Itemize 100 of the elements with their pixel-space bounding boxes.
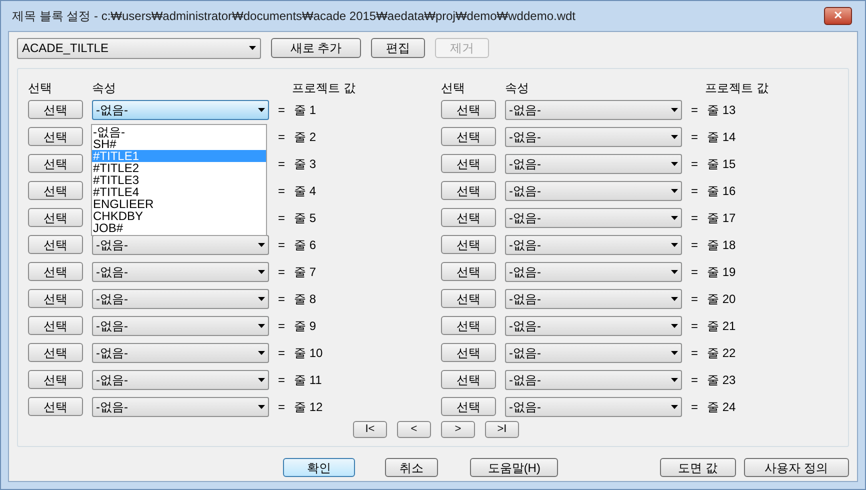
block-dropdown[interactable]: ACADE_TILTLE [17,38,261,58]
page-nav-button[interactable]: < [397,421,431,438]
attribute-dropdown[interactable]: -없음- [505,370,682,390]
select-button[interactable]: 선택 [28,127,83,146]
dropdown-value: -없음- [509,156,541,172]
caret-icon [671,188,678,192]
line-label: 줄 6 [294,236,316,254]
dropdown-option[interactable]: #TITLE2 [92,162,266,174]
column-header: 선택 [441,80,466,96]
select-button[interactable]: 선택 [441,262,496,281]
attribute-dropdown[interactable]: -없음- [505,262,682,282]
select-button[interactable]: 선택 [441,289,496,308]
select-button[interactable]: 선택 [441,208,496,227]
select-button[interactable]: 선택 [441,154,496,173]
select-button[interactable]: 선택 [28,370,83,389]
select-button[interactable]: 선택 [441,100,496,119]
attribute-dropdown[interactable]: -없음- [505,100,682,120]
line-label: 줄 20 [707,290,736,308]
equals-sign: = [278,156,286,172]
line-label: 줄 5 [294,210,316,226]
attribute-dropdown[interactable]: -없음- [92,396,269,416]
equals-sign: = [278,236,286,254]
select-button[interactable]: 선택 [28,397,83,416]
dropdown-option[interactable]: #TITLE4 [92,186,266,198]
line-label: 줄 21 [707,318,736,334]
dropdown-value: -없음- [96,318,128,334]
dialog-button[interactable]: 도움말(H) [470,458,558,476]
select-button[interactable]: 선택 [28,154,83,173]
line-label: 줄 15 [707,156,736,172]
attribute-dropdown[interactable]: -없음- [505,396,682,416]
caret-icon [671,296,678,300]
select-button[interactable]: 선택 [441,127,496,146]
dropdown-value: -없음- [509,128,541,146]
select-button[interactable]: 선택 [441,397,496,416]
line-label: 줄 10 [294,344,323,362]
caret-icon [258,350,265,354]
line-label: 줄 11 [294,372,322,388]
toolbar-button[interactable]: 새로 추가 [271,38,361,58]
page-nav-button[interactable]: I< [353,421,387,438]
dropdown-option[interactable]: CHKDBY [92,210,266,222]
select-button[interactable]: 선택 [28,343,83,362]
dropdown-option[interactable]: SH# [92,138,266,150]
select-button[interactable]: 선택 [441,343,496,362]
select-button[interactable]: 선택 [441,235,496,254]
equals-sign: = [278,372,286,388]
attribute-dropdown[interactable]: -없음- [505,288,682,308]
caret-icon [258,108,265,112]
dialog-button[interactable]: 취소 [384,458,438,476]
dialog-button[interactable]: 사용자 정의 [744,458,849,476]
dialog-button[interactable]: 확인 [283,458,355,476]
equals-sign: = [691,290,700,308]
select-button[interactable]: 선택 [28,316,83,335]
toolbar-button[interactable]: 편집 [371,38,425,58]
attribute-dropdown[interactable]: -없음- [505,154,682,174]
line-label: 줄 2 [294,128,316,146]
attribute-dropdown[interactable]: -없음- [505,208,682,228]
caret-icon [671,108,678,112]
attribute-dropdown[interactable]: -없음- [92,370,269,390]
select-button[interactable]: 선택 [28,100,83,119]
attribute-dropdown[interactable]: -없음- [92,100,269,120]
equals-sign: = [278,290,286,308]
dropdown-value: -없음- [509,398,541,416]
select-button[interactable]: 선택 [441,181,496,200]
equals-sign: = [278,264,286,280]
select-button[interactable]: 선택 [28,262,83,281]
line-label: 줄 18 [707,236,736,254]
equals-sign: = [278,318,286,334]
dropdown-value: -없음- [96,398,128,416]
select-button[interactable]: 선택 [28,235,83,254]
dropdown-value: -없음- [509,182,541,200]
attribute-dropdown[interactable]: -없음- [92,288,269,308]
attribute-dropdown[interactable]: -없음- [92,342,269,362]
select-button[interactable]: 선택 [28,181,83,200]
line-label: 줄 8 [294,290,316,308]
attribute-dropdown[interactable]: -없음- [92,234,269,254]
select-button[interactable]: 선택 [441,316,496,335]
select-button[interactable]: 선택 [441,370,496,389]
attribute-dropdown[interactable]: -없음- [92,262,269,282]
dropdown-option[interactable]: ENGLIEER [92,198,266,210]
line-label: 줄 16 [707,182,736,200]
dropdown-option[interactable]: -없음- [92,126,266,138]
column-header: 선택 [28,80,53,96]
dropdown-option[interactable]: #TITLE3 [92,174,266,186]
caret-icon [258,378,265,382]
page-nav-button[interactable]: >I [485,421,519,438]
attribute-dropdown[interactable]: -없음- [505,126,682,146]
select-button[interactable]: 선택 [28,208,83,227]
attribute-dropdown[interactable]: -없음- [92,316,269,336]
caret-icon [671,134,678,138]
dropdown-option[interactable]: JOB# [92,222,266,234]
dialog-button[interactable]: 도면 값 [660,458,736,476]
dropdown-value: -없음- [509,344,541,362]
attribute-dropdown[interactable]: -없음- [505,342,682,362]
attribute-dropdown[interactable]: -없음- [505,316,682,336]
dropdown-value: -없음- [509,102,541,118]
page-nav-button[interactable]: > [441,421,475,438]
attribute-dropdown[interactable]: -없음- [505,234,682,254]
line-label: 줄 7 [294,264,316,280]
select-button[interactable]: 선택 [28,289,83,308]
attribute-dropdown[interactable]: -없음- [505,180,682,200]
